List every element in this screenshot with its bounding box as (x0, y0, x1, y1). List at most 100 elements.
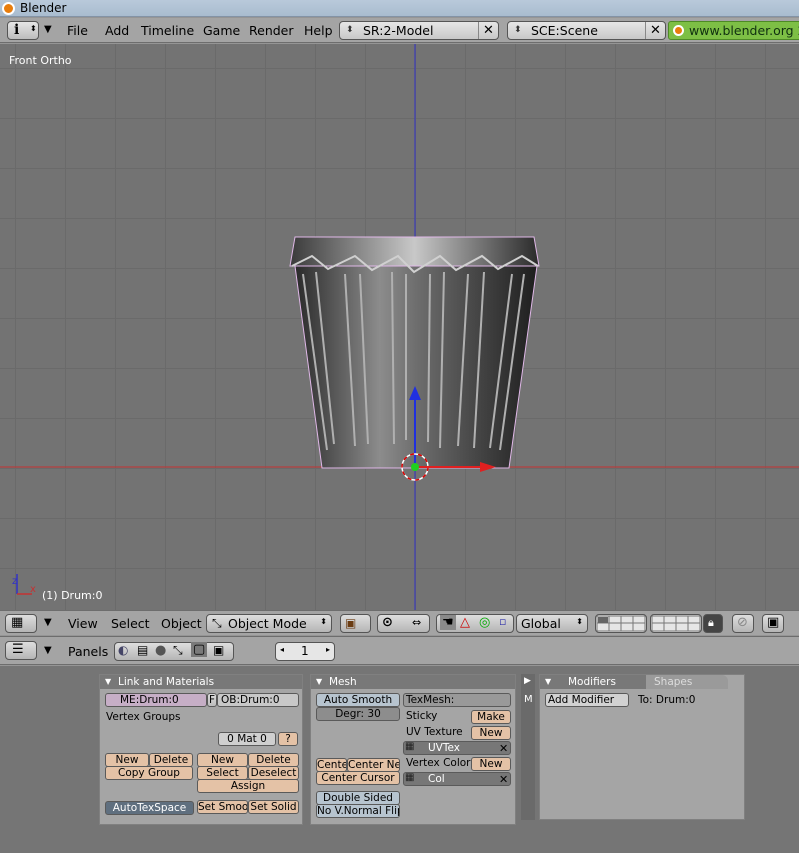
sticky-make-button[interactable]: Make (471, 710, 511, 724)
new-material-button[interactable]: New (197, 753, 248, 767)
updown-icon: ⬍ (30, 24, 37, 33)
buttons-window-type-button[interactable]: ☰ (5, 641, 37, 660)
orientation-selector[interactable]: Global ⬍ (516, 614, 588, 633)
view3d-window-type-button[interactable]: ▦ (5, 614, 37, 633)
select-material-button[interactable]: Select (197, 766, 248, 780)
tab-modifiers[interactable]: ▼ Modifiers (540, 675, 646, 689)
frame-field[interactable]: ◂ 1 ▸ (275, 642, 335, 661)
center-new-button[interactable]: Center Ne (347, 758, 400, 772)
scene-selector[interactable]: ⬍ SCE:Scene ✕ (507, 21, 666, 40)
script-icon[interactable]: ▤ (137, 643, 148, 657)
delete-vgroup-button[interactable]: Delete (149, 753, 193, 767)
render-button[interactable]: ▣ (762, 614, 784, 633)
window-title: Blender (20, 1, 67, 15)
info-window-type-button[interactable]: i ⬍ (7, 21, 39, 40)
tab-m-label[interactable]: M (524, 694, 533, 705)
menu-file[interactable]: File (67, 23, 88, 38)
layer-buttons-2[interactable] (650, 614, 702, 633)
svg-text:z: z (12, 576, 17, 587)
no-vnormal-flip-toggle[interactable]: No V.Normal Flip (316, 804, 400, 818)
left-arrow-icon[interactable]: ◂ (280, 645, 284, 654)
set-smooth-button[interactable]: Set Smoo (197, 800, 248, 814)
uvtex-layer[interactable]: UVTex (403, 741, 511, 755)
menu-select[interactable]: Select (111, 616, 150, 631)
draw-type-button[interactable]: ▣ (340, 614, 371, 633)
new-vgroup-button[interactable]: New (105, 753, 149, 767)
panel-title-text: Mesh (329, 676, 357, 688)
close-icon[interactable]: ✕ (499, 742, 508, 755)
panel-tab-strip[interactable]: ▶ M (521, 674, 535, 820)
collapse-triangle-icon[interactable]: ▼ (316, 675, 322, 689)
mesh-name-field[interactable]: ME:Drum:0 (105, 693, 207, 707)
menu-render[interactable]: Render (249, 23, 294, 38)
collapse-menu-icon[interactable]: ▼ (44, 24, 52, 35)
menu-help[interactable]: Help (304, 23, 333, 38)
proportional-edit-button[interactable]: ⊘ (732, 614, 754, 633)
translate-icon[interactable]: △ (460, 615, 470, 630)
pivot-button[interactable]: ⊙ ⇔ (377, 614, 430, 633)
context-buttons[interactable]: ◐ ▤ ● ⤡ ▢ ▣ (114, 642, 234, 661)
fake-user-button[interactable]: F (207, 693, 217, 707)
collapse-menu-icon[interactable]: ▼ (44, 645, 52, 656)
expand-arrow-icon[interactable]: ▶ (524, 676, 531, 686)
blender-url-link[interactable]: www.blender.org 24 (668, 21, 799, 40)
deselect-material-button[interactable]: Deselect (248, 766, 299, 780)
pivot-icon: ⊙ (382, 615, 393, 630)
sticky-label: Sticky (406, 710, 438, 722)
menu-add[interactable]: Add (105, 23, 129, 38)
material-index-field[interactable]: 0 Mat 0 (218, 732, 276, 746)
3d-viewport[interactable]: Front Ortho z x (1) Drum:0 (0, 44, 799, 610)
collapse-triangle-icon[interactable]: ▼ (105, 675, 111, 689)
texmesh-field[interactable]: TexMesh: (403, 693, 511, 707)
screen-selector[interactable]: ⬍ SR:2-Model ✕ (339, 21, 499, 40)
new-uv-button[interactable]: New (471, 726, 511, 740)
add-modifier-button[interactable]: Add Modifier (545, 693, 629, 707)
center-cursor-button[interactable]: Center Cursor (316, 771, 400, 785)
delete-material-button[interactable]: Delete (248, 753, 299, 767)
collapse-triangle-icon[interactable]: ▼ (545, 675, 551, 689)
delete-screen-button[interactable]: ✕ (478, 22, 498, 39)
copy-group-button[interactable]: Copy Group (105, 766, 193, 780)
layer-buttons-1[interactable] (595, 614, 647, 633)
close-icon[interactable]: ✕ (499, 773, 508, 786)
viewport-canvas: z x (0, 44, 799, 610)
mode-selector[interactable]: ⤡ Object Mode ⬍ (206, 614, 332, 633)
menu-object[interactable]: Object (161, 616, 202, 631)
mesh-panel-title[interactable]: ▼ Mesh (311, 675, 515, 689)
new-vcol-button[interactable]: New (471, 757, 511, 771)
frame-number: 1 (301, 644, 309, 658)
auto-smooth-toggle[interactable]: Auto Smooth (316, 693, 400, 707)
object-name-field[interactable]: OB:Drum:0 (217, 693, 299, 707)
autotexspace-toggle[interactable]: AutoTexSpace (105, 801, 194, 815)
editing-icon[interactable]: ▢ (191, 642, 208, 657)
set-solid-button[interactable]: Set Solid (248, 800, 299, 814)
collapse-menu-icon[interactable]: ▼ (44, 617, 52, 628)
degree-slider[interactable]: Degr: 30 (316, 707, 400, 721)
logic-icon[interactable]: ◐ (118, 643, 128, 657)
updown-icon: ⬍ (320, 617, 327, 626)
sphere-icon[interactable]: ● (155, 643, 166, 658)
material-help-button[interactable]: ? (278, 732, 298, 746)
link-materials-title[interactable]: ▼ Link and Materials (100, 675, 302, 689)
lock-icon: 🔒︎ (708, 616, 714, 629)
modifier-target-label: To: Drum:0 (638, 694, 696, 706)
menu-game[interactable]: Game (203, 23, 240, 38)
menu-view[interactable]: View (68, 616, 98, 631)
col-layer[interactable]: Col (403, 772, 511, 786)
rotate-icon[interactable]: ◎ (479, 615, 490, 630)
assign-material-button[interactable]: Assign (197, 779, 299, 793)
centre-button[interactable]: Cente (316, 758, 347, 772)
object-icon[interactable]: ⤡ (173, 643, 183, 658)
scene-icon[interactable]: ▣ (213, 643, 224, 657)
lock-layers-button[interactable]: 🔒︎ (703, 614, 723, 633)
manipulator-toggles[interactable]: ☚ △ ◎ ▫ (436, 614, 514, 633)
tab-shapes[interactable]: Shapes (646, 675, 728, 689)
scale-icon[interactable]: ▫ (499, 615, 506, 628)
grid-icon: ▦ (11, 615, 24, 630)
grid-icon: ▦ (405, 772, 415, 783)
double-sided-toggle[interactable]: Double Sided (316, 791, 400, 805)
delete-scene-button[interactable]: ✕ (645, 22, 665, 39)
menu-timeline[interactable]: Timeline (141, 23, 194, 38)
right-arrow-icon[interactable]: ▸ (326, 645, 330, 654)
hand-icon[interactable]: ☚ (440, 615, 456, 630)
